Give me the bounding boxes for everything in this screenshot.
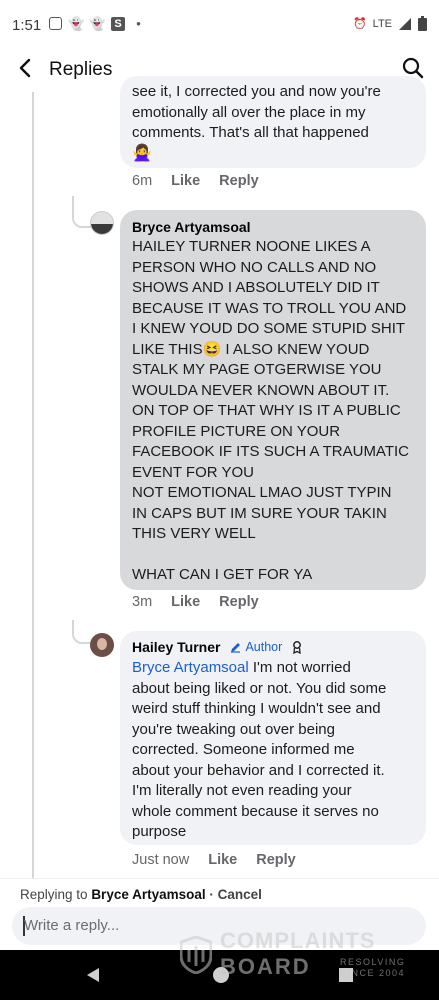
notification-icons: 👻 👻 S •	[48, 16, 146, 31]
reply-connector	[72, 620, 92, 644]
cancel-reply-button[interactable]: · Cancel	[209, 887, 262, 902]
comment-body: I'm not worried about being liked or not…	[132, 659, 387, 840]
comment-bubble: Bryce Artyamsoal HAILEY TURNER NOONE LIK…	[120, 210, 426, 590]
s-app-icon: S	[111, 16, 125, 31]
replying-to-label: Replying to Bryce Artyamsoal · Cancel	[20, 887, 262, 902]
replying-name: Bryce Artyamsoal	[91, 887, 206, 902]
comment-text-partial: see it, I corrected you and now you're	[132, 83, 381, 100]
like-button[interactable]: Like	[171, 173, 200, 189]
shield-logo-icon	[180, 936, 212, 974]
battery-icon	[418, 16, 427, 31]
thread-line	[32, 92, 34, 882]
dot-icon: •	[136, 16, 141, 31]
comment-time: 6m	[132, 173, 153, 189]
status-time: 1:51	[12, 17, 42, 34]
watermark-line4: SINCE 2004	[340, 968, 406, 978]
comment-bubble: Hailey Turner Author Bryce Artyamsoal I'…	[120, 631, 426, 845]
author-badge: Author	[230, 640, 282, 654]
instagram-icon	[48, 16, 63, 31]
like-button[interactable]: Like	[171, 594, 200, 610]
replying-prefix: Replying to	[20, 887, 88, 902]
comment-author[interactable]: Bryce Artyamsoal	[132, 219, 414, 235]
system-icons: ⏰ LTE	[353, 16, 427, 31]
snapchat-icon: 👻	[68, 15, 85, 31]
comment-actions: Just now Like Reply	[132, 852, 315, 868]
snapchat-icon: 👻	[89, 15, 106, 31]
watermark-line2: BOARD	[220, 954, 311, 979]
back-nav-icon[interactable]	[86, 967, 100, 983]
avatar[interactable]	[90, 633, 114, 657]
comment-actions: 6m Like Reply	[132, 173, 278, 189]
comment-time: Just now	[132, 852, 190, 868]
comment-author[interactable]: Hailey Turner	[132, 639, 220, 655]
comment-bubble: see it, I corrected you and now you're e…	[120, 76, 426, 168]
top-fan-icon	[293, 641, 302, 654]
comment-time: 3m	[132, 594, 153, 610]
pencil-icon	[231, 643, 241, 653]
watermark-line3: RESOLVING	[340, 957, 406, 967]
page-title: Replies	[49, 59, 113, 80]
status-bar: 1:51 👻 👻 S • ⏰ LTE	[0, 0, 439, 48]
emoji: 🙅‍♀️	[132, 144, 152, 162]
comment-actions: 3m Like Reply	[132, 594, 278, 610]
reply-button[interactable]: Reply	[256, 852, 296, 868]
alarm-icon: ⏰	[352, 18, 367, 30]
reply-connector	[72, 196, 92, 228]
author-badge-label: Author	[245, 640, 283, 654]
signal-icon	[399, 17, 411, 30]
comment-text: Bryce Artyamsoal I'm not worried about b…	[132, 658, 414, 843]
mention-link[interactable]: Bryce Artyamsoal	[132, 659, 249, 676]
like-button[interactable]: Like	[208, 852, 237, 868]
reply-button[interactable]: Reply	[219, 594, 259, 610]
watermark: COMPLAINTS BOARD RESOLVING SINCE 2004	[180, 928, 430, 980]
reply-button[interactable]: Reply	[219, 173, 259, 189]
back-arrow-icon[interactable]	[14, 56, 38, 80]
watermark-tagline: RESOLVING SINCE 2004	[340, 957, 405, 979]
reply-placeholder: Write a reply...	[24, 917, 120, 934]
avatar[interactable]	[90, 211, 114, 235]
comment-text: HAILEY TURNER NOONE LIKES A PERSON WHO N…	[132, 238, 409, 583]
watermark-line1: COMPLAINTS	[220, 928, 376, 953]
comment-text: emotionally all over the place in my com…	[132, 103, 369, 142]
network-type: LTE	[372, 17, 392, 30]
